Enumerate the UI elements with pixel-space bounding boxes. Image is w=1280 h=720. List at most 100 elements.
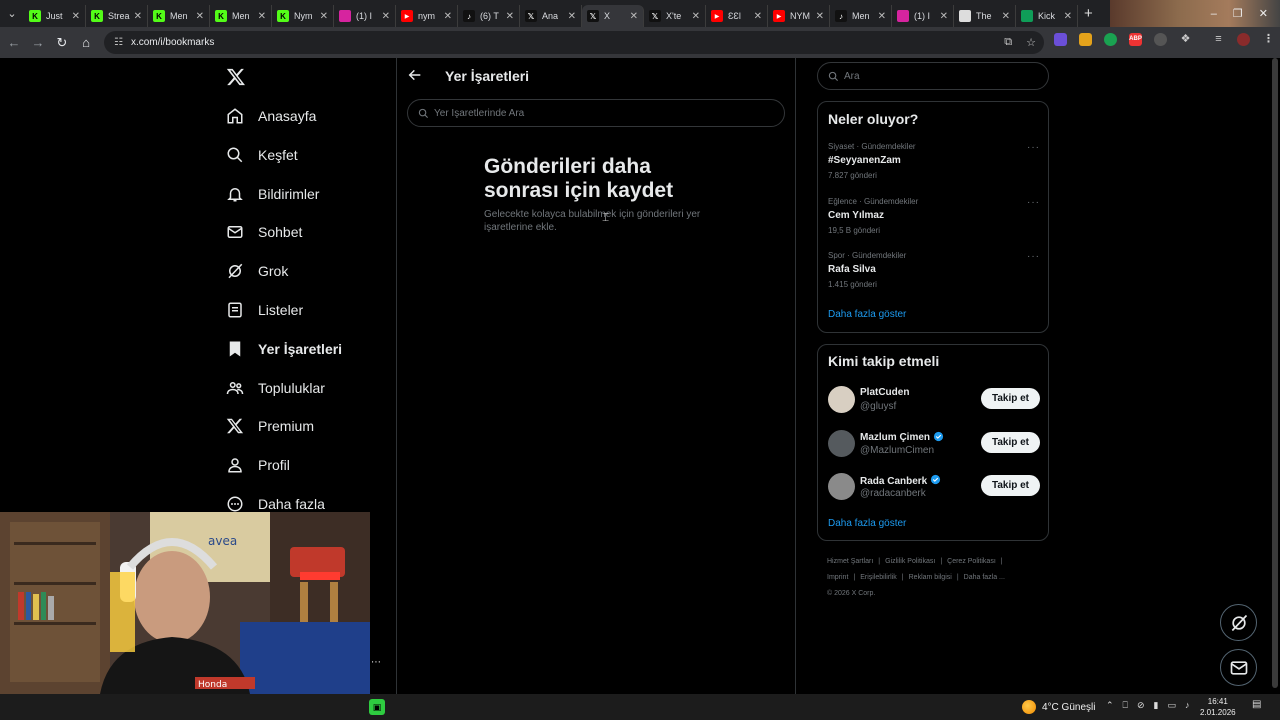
browser-tab[interactable]: K Just ✕: [24, 5, 86, 27]
profile-avatar-icon[interactable]: [1237, 33, 1250, 46]
footer-link[interactable]: Gizlilik Politikası: [885, 558, 935, 565]
extension-orange-icon[interactable]: [1079, 33, 1092, 46]
reload-icon[interactable]: ↻: [50, 35, 74, 51]
footer-link[interactable]: Daha fazla ...: [964, 574, 1005, 581]
browser-tab[interactable]: ▶ nym ✕: [396, 5, 458, 27]
back-arrow-icon[interactable]: [407, 67, 423, 83]
browser-tab[interactable]: 𝕏 X'te ✕: [644, 5, 706, 27]
extension-gray-icon[interactable]: [1154, 33, 1167, 46]
back-icon[interactable]: ←: [2, 35, 26, 50]
nav-item-search[interactable]: Keşfet: [224, 136, 298, 174]
close-tab-icon[interactable]: ✕: [382, 11, 390, 22]
extension-shield-icon[interactable]: [1104, 33, 1117, 46]
browser-tab[interactable]: ▶ NYM ✕: [768, 5, 830, 27]
follow-button[interactable]: Takip et: [981, 388, 1040, 409]
microphone-icon[interactable]: ▮: [1154, 700, 1159, 711]
extension-purple-icon[interactable]: [1054, 33, 1067, 46]
notification-icon[interactable]: ▤: [1252, 699, 1261, 710]
close-tab-icon[interactable]: ✕: [878, 11, 886, 22]
close-tab-icon[interactable]: ✕: [940, 11, 948, 22]
page-scrollbar[interactable]: [1270, 58, 1280, 694]
nav-item-mail[interactable]: Sohbet: [224, 213, 302, 251]
new-tab-button[interactable]: +: [1084, 5, 1093, 22]
nav-item-communities[interactable]: Topluluklar: [224, 369, 325, 407]
avatar[interactable]: [828, 473, 855, 500]
browser-menu-icon[interactable]: ⋮: [1262, 33, 1275, 46]
nav-item-bookmark[interactable]: Yer İşaretleri: [224, 330, 342, 368]
extensions-puzzle-icon[interactable]: ❖: [1179, 33, 1192, 46]
bookmarks-search-input[interactable]: [434, 107, 784, 119]
avatar[interactable]: [828, 429, 855, 457]
home-browser-icon[interactable]: ⌂: [74, 35, 98, 50]
minimize-icon[interactable]: –: [1211, 8, 1217, 20]
bookmarks-search-field[interactable]: [407, 99, 785, 127]
reading-list-icon[interactable]: ≡: [1212, 33, 1225, 46]
follow-button[interactable]: Takip et: [981, 475, 1040, 496]
device-icon[interactable]: ⎕: [1123, 700, 1128, 711]
browser-tab[interactable]: (1) I ✕: [892, 5, 954, 27]
adblock-icon[interactable]: ABP: [1129, 33, 1142, 46]
close-tab-icon[interactable]: ✕: [320, 11, 328, 22]
footer-link[interactable]: Çerez Politikası: [947, 558, 996, 565]
follow-name[interactable]: Rada Canberk: [860, 474, 941, 488]
site-info-icon[interactable]: ☷: [114, 37, 123, 48]
close-tab-icon[interactable]: ✕: [630, 11, 638, 22]
close-tab-icon[interactable]: ✕: [196, 11, 204, 22]
browser-tab[interactable]: ▶ ƐƐl ✕: [706, 5, 768, 27]
follow-button[interactable]: Takip et: [981, 431, 1040, 453]
browser-tab[interactable]: 𝕏 Ana ✕: [520, 5, 582, 27]
close-tab-icon[interactable]: ✕: [816, 11, 824, 22]
grok-float-button[interactable]: [1220, 604, 1257, 641]
browser-tab[interactable]: K Men ✕: [148, 5, 210, 27]
close-tab-icon[interactable]: ✕: [506, 11, 514, 22]
close-tab-icon[interactable]: ✕: [1064, 11, 1072, 22]
follow-show-more-link[interactable]: Daha fazla göster: [828, 518, 906, 529]
global-search-field[interactable]: [817, 62, 1049, 90]
more-options-icon[interactable]: ···: [1027, 142, 1040, 153]
browser-tab[interactable]: 𝕏 X ✕: [582, 5, 644, 27]
close-tab-icon[interactable]: ✕: [754, 11, 762, 22]
follow-name[interactable]: PlatCuden: [860, 387, 909, 398]
close-tab-icon[interactable]: ✕: [692, 11, 700, 22]
close-window-icon[interactable]: ✕: [1259, 7, 1268, 20]
nav-item-x[interactable]: Premium: [224, 407, 314, 445]
trend-item[interactable]: Eğlence · Gündemdekiler Cem Yılmaz 19,5 B …: [828, 197, 1040, 235]
taskbar-app-icon[interactable]: ▣: [369, 699, 385, 715]
browser-tab[interactable]: K Men ✕: [210, 5, 272, 27]
browser-tab[interactable]: ♪ (6) T ✕: [458, 5, 520, 27]
more-options-icon[interactable]: ···: [1027, 197, 1040, 208]
browser-tab[interactable]: ♪ Men ✕: [830, 5, 892, 27]
mute-icon[interactable]: ⊘: [1137, 700, 1145, 711]
follow-name[interactable]: Mazlum Çimen: [860, 431, 944, 445]
footer-link[interactable]: Reklam bilgisi: [909, 574, 952, 581]
more-dots-icon[interactable]: ⋯: [371, 657, 381, 668]
footer-link[interactable]: Hizmet Şartları: [827, 558, 873, 565]
x-logo-icon[interactable]: [226, 67, 246, 87]
network-icon[interactable]: ▭: [1167, 700, 1176, 711]
restore-icon[interactable]: ❐: [1233, 7, 1243, 20]
browser-tab[interactable]: K Nym ✕: [272, 5, 334, 27]
trend-item[interactable]: Spor · Gündemdekiler Rafa Silva 1.415 gönd…: [828, 251, 1040, 289]
forward-icon[interactable]: →: [26, 35, 50, 50]
browser-tab[interactable]: (1) I ✕: [334, 5, 396, 27]
browser-tab[interactable]: Kick ✕: [1016, 5, 1078, 27]
close-tab-icon[interactable]: ✕: [444, 11, 452, 22]
more-options-icon[interactable]: ···: [1027, 251, 1040, 262]
close-tab-icon[interactable]: ✕: [568, 11, 576, 22]
nav-item-list[interactable]: Listeler: [224, 291, 303, 329]
global-search-input[interactable]: [844, 70, 1048, 82]
nav-item-grok[interactable]: Grok: [224, 252, 288, 290]
close-tab-icon[interactable]: ✕: [134, 11, 142, 22]
close-tab-icon[interactable]: ✕: [258, 11, 266, 22]
trends-show-more-link[interactable]: Daha fazla göster: [828, 309, 906, 320]
weather-widget[interactable]: 4°C Güneşli: [1022, 700, 1095, 714]
install-app-icon[interactable]: ⧉: [1004, 36, 1012, 49]
nav-item-bell[interactable]: Bildirimler: [224, 175, 319, 213]
bookmark-star-icon[interactable]: ☆: [1026, 36, 1036, 49]
chevron-up-icon[interactable]: ⌃: [1106, 700, 1114, 711]
messages-float-button[interactable]: [1220, 649, 1257, 686]
nav-item-profile[interactable]: Profil: [224, 446, 290, 484]
footer-link[interactable]: Erişilebilirlik: [860, 574, 897, 581]
trend-item[interactable]: Siyaset · Gündemdekiler #SeyyanenZam 7.827…: [828, 142, 1040, 180]
volume-icon[interactable]: ♪: [1185, 700, 1190, 711]
